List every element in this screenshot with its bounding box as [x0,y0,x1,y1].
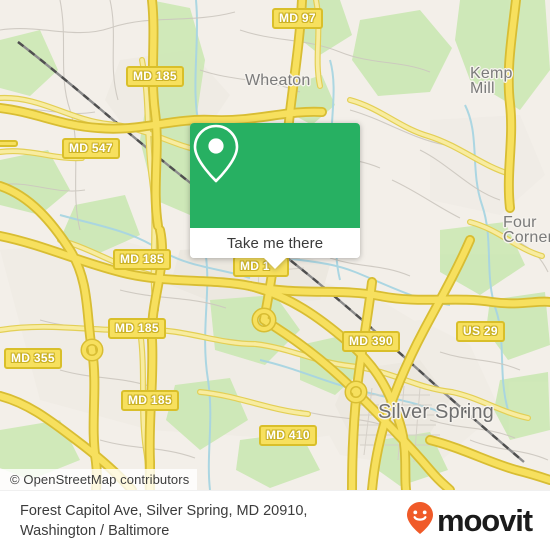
moovit-logo[interactable]: moovit [405,501,533,540]
highway-shield-md-547: MD 547 [62,138,120,159]
highway-shield-md-390: MD 390 [342,331,400,352]
osm-attribution[interactable]: © OpenStreetMap contributors [0,469,198,490]
map-label-wheaton: Wheaton [245,72,311,89]
highway-shield-md-185-lower: MD 185 [121,390,179,411]
location-callout[interactable]: Take me there [190,123,360,269]
callout-header [190,123,360,228]
address-line-1: Forest Capitol Ave, Silver Spring, MD 20… [20,502,308,519]
highway-shield-md-185-edge [0,140,18,147]
address-line-2: Washington / Baltimore [20,522,170,539]
highway-shield-us-29: US 29 [456,321,505,342]
highway-shield-md-410: MD 410 [259,425,317,446]
highway-shield-md-185-upper: MD 185 [113,249,171,270]
take-me-there-button[interactable]: Take me there [190,228,360,258]
highway-shield-md-97: MD 97 [272,8,323,29]
callout-pointer [264,258,286,269]
highway-shield-md-185-mid: MD 185 [108,318,166,339]
moovit-map-screen: Wheaton Kemp Mill Four Corners Silver Sp… [0,0,550,550]
moovit-wordmark: moovit [436,503,533,538]
map-label-kemp-mill: Kemp Mill [470,65,513,97]
footer-bar: Forest Capitol Ave, Silver Spring, MD 20… [0,490,550,550]
address-text: Forest Capitol Ave, Silver Spring, MD 20… [20,501,307,541]
callout-body: Take me there [190,123,360,258]
moovit-pin-icon [405,501,435,540]
highway-shield-md-185: MD 185 [126,66,184,87]
map-label-silver-spring: Silver Spring [378,401,494,423]
highway-shield-md-355: MD 355 [4,348,62,369]
take-me-there-label: Take me there [226,234,324,252]
map-label-four-corners: Four Corners [503,214,550,246]
map-canvas[interactable]: Wheaton Kemp Mill Four Corners Silver Sp… [0,0,550,490]
